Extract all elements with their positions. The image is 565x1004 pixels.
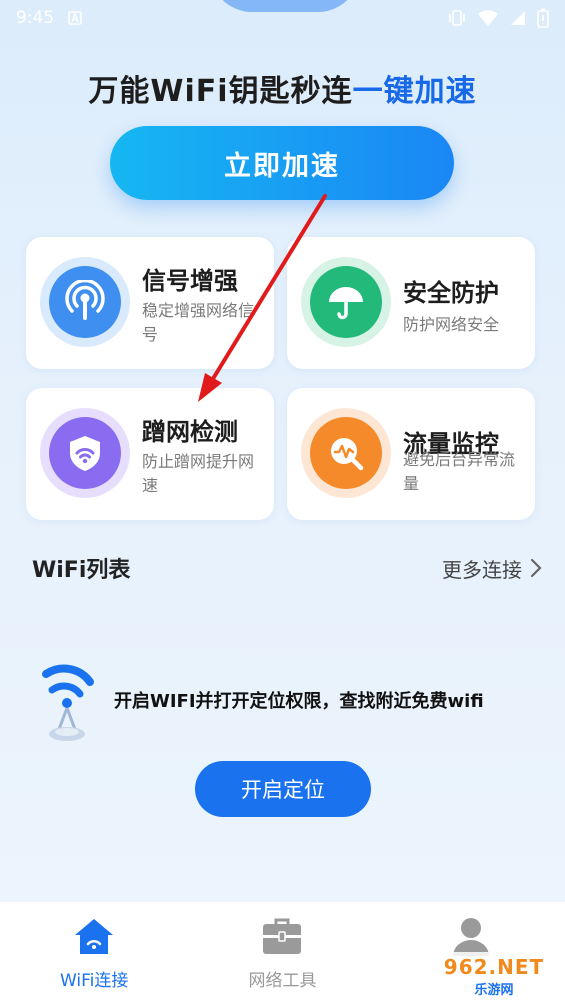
a-notification-icon xyxy=(68,11,82,25)
status-time: 9:45 xyxy=(16,8,55,28)
signal-icon xyxy=(511,11,525,25)
profile-icon xyxy=(452,918,489,956)
wifi-icon xyxy=(478,10,498,26)
feature-desc: 防护网络安全 xyxy=(403,315,500,334)
signal-tower-icon-bg xyxy=(40,257,130,347)
feature-card-signal[interactable]: 信号增强 稳定增强网络信号 xyxy=(26,237,274,369)
toolbox-icon xyxy=(263,918,302,954)
feature-card-safety[interactable]: 安全防护 防护网络安全 xyxy=(287,237,535,369)
headline-accent: 一键加速 xyxy=(352,74,477,109)
watermark-main: 962.NET xyxy=(443,954,545,979)
wifi-hint-text: 开启WIFI并打开定位权限，查找附近免费wifi xyxy=(114,691,484,712)
nav-tab-wifi[interactable]: WiFi连接 xyxy=(14,916,174,1004)
vibrate-icon xyxy=(449,10,465,26)
feature-card-leech-detect[interactable]: 蹭网检测 防止蹭网提升网速 xyxy=(26,388,274,520)
page-headline: 万能WiFi钥匙秒连一键加速 xyxy=(0,66,565,110)
signal-tower-icon xyxy=(65,280,105,320)
wifi-router-icon xyxy=(42,664,94,741)
more-connections-label: 更多连接 xyxy=(442,557,522,582)
feature-title: 蹭网检测 xyxy=(142,418,238,446)
shield-wifi-icon-bg xyxy=(40,408,130,498)
feature-title: 信号增强 xyxy=(142,267,238,295)
watermark-sub: 乐游网 xyxy=(474,982,514,998)
site-watermark: 962.NET 乐游网 xyxy=(428,952,560,1000)
shield-wifi-icon xyxy=(70,436,100,471)
feature-desc: 避免后台异常流量 xyxy=(403,450,516,493)
traffic-monitor-icon-bg xyxy=(301,408,391,498)
feature-desc: 稳定增强网络信号 xyxy=(142,301,255,344)
nav-label: 网络工具 xyxy=(248,971,317,991)
battery-icon xyxy=(537,8,549,28)
wifi-permission-hint: 开启WIFI并打开定位权限，查找附近免费wifi xyxy=(40,650,550,750)
umbrella-icon xyxy=(329,287,363,320)
wifi-list-title: WiFi列表 xyxy=(32,558,131,583)
feature-title: 安全防护 xyxy=(403,279,499,307)
wifi-list-header: WiFi列表 更多连接 xyxy=(32,552,542,584)
headline-main: 万能WiFi钥匙秒连 xyxy=(88,74,353,109)
enable-location-button[interactable]: 开启定位 xyxy=(195,761,371,817)
feature-desc: 防止蹭网提升网速 xyxy=(142,452,255,495)
home-wifi-icon xyxy=(75,919,114,954)
nav-tab-tools[interactable]: 网络工具 xyxy=(202,916,362,1004)
feature-card-traffic-monitor[interactable]: 流量监控 避免后台异常流量 xyxy=(287,388,535,520)
boost-button[interactable]: 立即加速 xyxy=(110,126,454,200)
traffic-monitor-icon xyxy=(331,438,364,471)
more-connections-link[interactable]: 更多连接 xyxy=(442,554,542,583)
chevron-right-icon xyxy=(530,558,542,578)
nav-label: WiFi连接 xyxy=(59,971,129,991)
umbrella-icon-bg xyxy=(301,257,391,347)
